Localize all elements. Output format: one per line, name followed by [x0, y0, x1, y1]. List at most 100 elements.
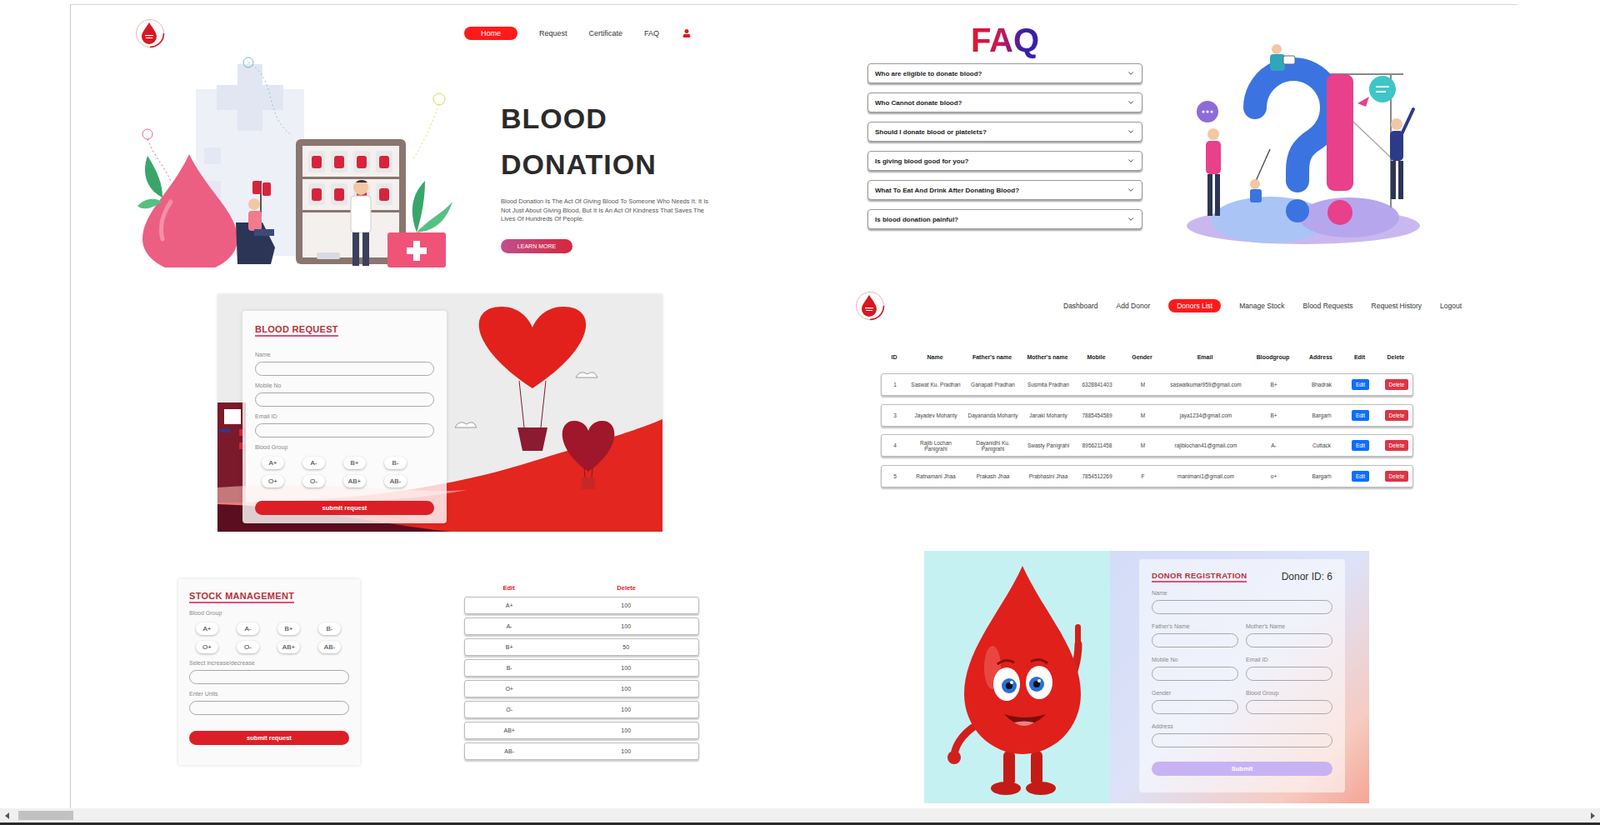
admin-navbar: Dashboard Add Donor Donors List Manage Stoc… — [855, 291, 1518, 320]
learn-more-button[interactable]: LEARN MORE — [500, 239, 573, 254]
text-input[interactable] — [1151, 700, 1239, 715]
table-row[interactable]: 1Saswat Ku. PradhanGanapati PradhanSusmi… — [880, 373, 1414, 396]
blood-group-button[interactable]: AB- — [384, 475, 407, 488]
faq-item[interactable]: Is giving blood good for you? — [867, 150, 1143, 171]
text-input[interactable] — [189, 700, 350, 715]
text-input[interactable] — [1151, 633, 1239, 648]
blood-group-button[interactable]: O+ — [261, 475, 285, 488]
blood-group-button[interactable]: AB+ — [277, 640, 300, 654]
table-cell: 100 — [553, 706, 699, 713]
table-cell: Edit — [1341, 379, 1380, 390]
blood-group-button[interactable]: O+ — [195, 640, 219, 654]
scroll-thumb[interactable] — [18, 810, 74, 820]
delete-button[interactable]: Delete — [1385, 379, 1410, 390]
blood-group-button[interactable]: A+ — [195, 622, 219, 635]
nav-link[interactable]: Manage Stock — [1239, 299, 1285, 313]
table-cell: 50 — [553, 644, 699, 650]
faq-item[interactable]: Who Cannot donate blood? — [867, 92, 1143, 113]
blood-group-button[interactable]: B- — [318, 622, 341, 635]
edit-button[interactable]: Edit — [1351, 470, 1370, 482]
table-cell: Delete — [1379, 470, 1415, 482]
nav-link[interactable]: Blood Requests — [1303, 299, 1354, 313]
text-input[interactable] — [1151, 600, 1333, 615]
table-body: 1Saswat Ku. PradhanGanapati PradhanSusmi… — [880, 373, 1414, 488]
edit-button[interactable]: Edit — [1351, 379, 1370, 390]
table-cell: AB- — [465, 748, 554, 755]
delete-button[interactable]: Delete — [1385, 470, 1410, 482]
faq-item[interactable]: Who are eligible to donate blood? — [867, 63, 1143, 84]
blood-group-button[interactable]: AB- — [318, 640, 341, 654]
faq-item[interactable]: What To Eat And Drink After Donating Blo… — [867, 180, 1143, 200]
blood-group-button[interactable]: O- — [302, 475, 325, 488]
text-input[interactable] — [189, 670, 350, 685]
table-row[interactable]: 3Jayadev MohantyDayananda MohantyJanaki … — [880, 404, 1414, 427]
blood-group-button[interactable]: A- — [302, 456, 325, 470]
table-cell: 100 — [553, 602, 699, 609]
delete-button[interactable]: Delete — [1385, 410, 1410, 421]
nav-link[interactable]: FAQ — [644, 26, 660, 40]
table-row[interactable]: 5Ratnamani JhaaPrakash JhaaPrabhasini Jh… — [880, 465, 1414, 488]
table-row[interactable]: 4Rajib Lochan PanigrahiDayanidhi Ku. Pan… — [880, 434, 1414, 457]
form-field: Mother's Name — [1245, 622, 1333, 648]
table-row[interactable]: A+100 — [464, 596, 700, 615]
submit-button[interactable]: Submit — [1151, 761, 1333, 776]
table-row[interactable]: B+50 — [464, 638, 700, 656]
text-input[interactable] — [1245, 633, 1333, 648]
nav-link[interactable]: Request History — [1371, 299, 1422, 313]
blood-group-button[interactable]: A- — [236, 622, 260, 635]
edit-button[interactable]: Edit — [1351, 440, 1370, 451]
field-label: Father's Name — [1151, 622, 1239, 630]
text-input[interactable] — [255, 361, 435, 376]
text-input[interactable] — [255, 392, 435, 407]
nav-link[interactable]: Certificate — [589, 26, 624, 40]
text-input[interactable] — [1151, 733, 1333, 748]
table-row[interactable]: AB-100 — [464, 742, 700, 760]
chevron-down-icon — [1126, 215, 1135, 224]
faq-item[interactable]: Should I donate blood or platelets? — [867, 121, 1143, 142]
hero-title: BLOODDONATION — [500, 95, 720, 188]
logo-icon[interactable] — [855, 290, 885, 321]
horizontal-scrollbar — [0, 808, 1600, 823]
nav-link[interactable]: Donors List — [1168, 299, 1221, 313]
field-label: Blood Group — [1245, 689, 1333, 697]
scroll-right-icon[interactable] — [1585, 808, 1600, 823]
submit-button[interactable]: submit request — [255, 500, 435, 515]
text-input[interactable] — [1245, 700, 1333, 715]
blood-group-button[interactable]: B+ — [277, 622, 300, 635]
nav-link[interactable]: Home — [464, 26, 518, 40]
form-field: Address — [1151, 722, 1333, 748]
blood-group-button[interactable]: B+ — [343, 456, 366, 470]
column-header: Bloodgroup — [1245, 354, 1301, 360]
table-row[interactable]: AB+100 — [464, 721, 700, 740]
nav-link[interactable]: Logout — [1440, 299, 1462, 313]
text-input[interactable] — [1245, 666, 1333, 681]
table-cell: Bargarh — [1301, 473, 1342, 480]
logo-icon[interactable] — [135, 18, 165, 49]
text-input[interactable] — [1151, 666, 1239, 681]
column-header: Address — [1300, 354, 1341, 360]
column-header: Edit — [464, 584, 554, 592]
table-row[interactable]: B-100 — [464, 659, 700, 677]
nav-link[interactable]: Add Donor — [1116, 299, 1151, 313]
blood-group-button[interactable]: A+ — [261, 456, 285, 470]
column-header: ID — [880, 354, 908, 360]
table-row[interactable]: A-100 — [464, 617, 700, 635]
faq-item[interactable]: Is blood donation painful? — [867, 209, 1143, 230]
chevron-down-icon — [1126, 127, 1135, 136]
scroll-left-icon[interactable] — [0, 808, 15, 823]
user-icon[interactable] — [682, 29, 691, 38]
table-row[interactable]: O-100 — [464, 700, 700, 719]
blood-group-picker: A+ A- B+ B- O+ O- AB+ AB- — [255, 456, 435, 488]
delete-button[interactable]: Delete — [1385, 440, 1410, 451]
submit-button[interactable]: submit request — [189, 730, 350, 745]
blood-group-button[interactable]: B- — [384, 456, 407, 470]
blood-group-button[interactable]: AB+ — [343, 475, 366, 488]
nav-link[interactable]: Dashboard — [1063, 299, 1099, 313]
text-input[interactable] — [255, 423, 435, 438]
scroll-track[interactable] — [14, 808, 1586, 823]
donor-registration-form: DONOR REGISTRATIONDonor ID: 6NameFather'… — [1139, 559, 1345, 793]
nav-link[interactable]: Request — [539, 26, 568, 40]
table-row[interactable]: O+100 — [464, 680, 700, 698]
edit-button[interactable]: Edit — [1351, 410, 1370, 421]
blood-group-button[interactable]: O- — [236, 640, 260, 654]
